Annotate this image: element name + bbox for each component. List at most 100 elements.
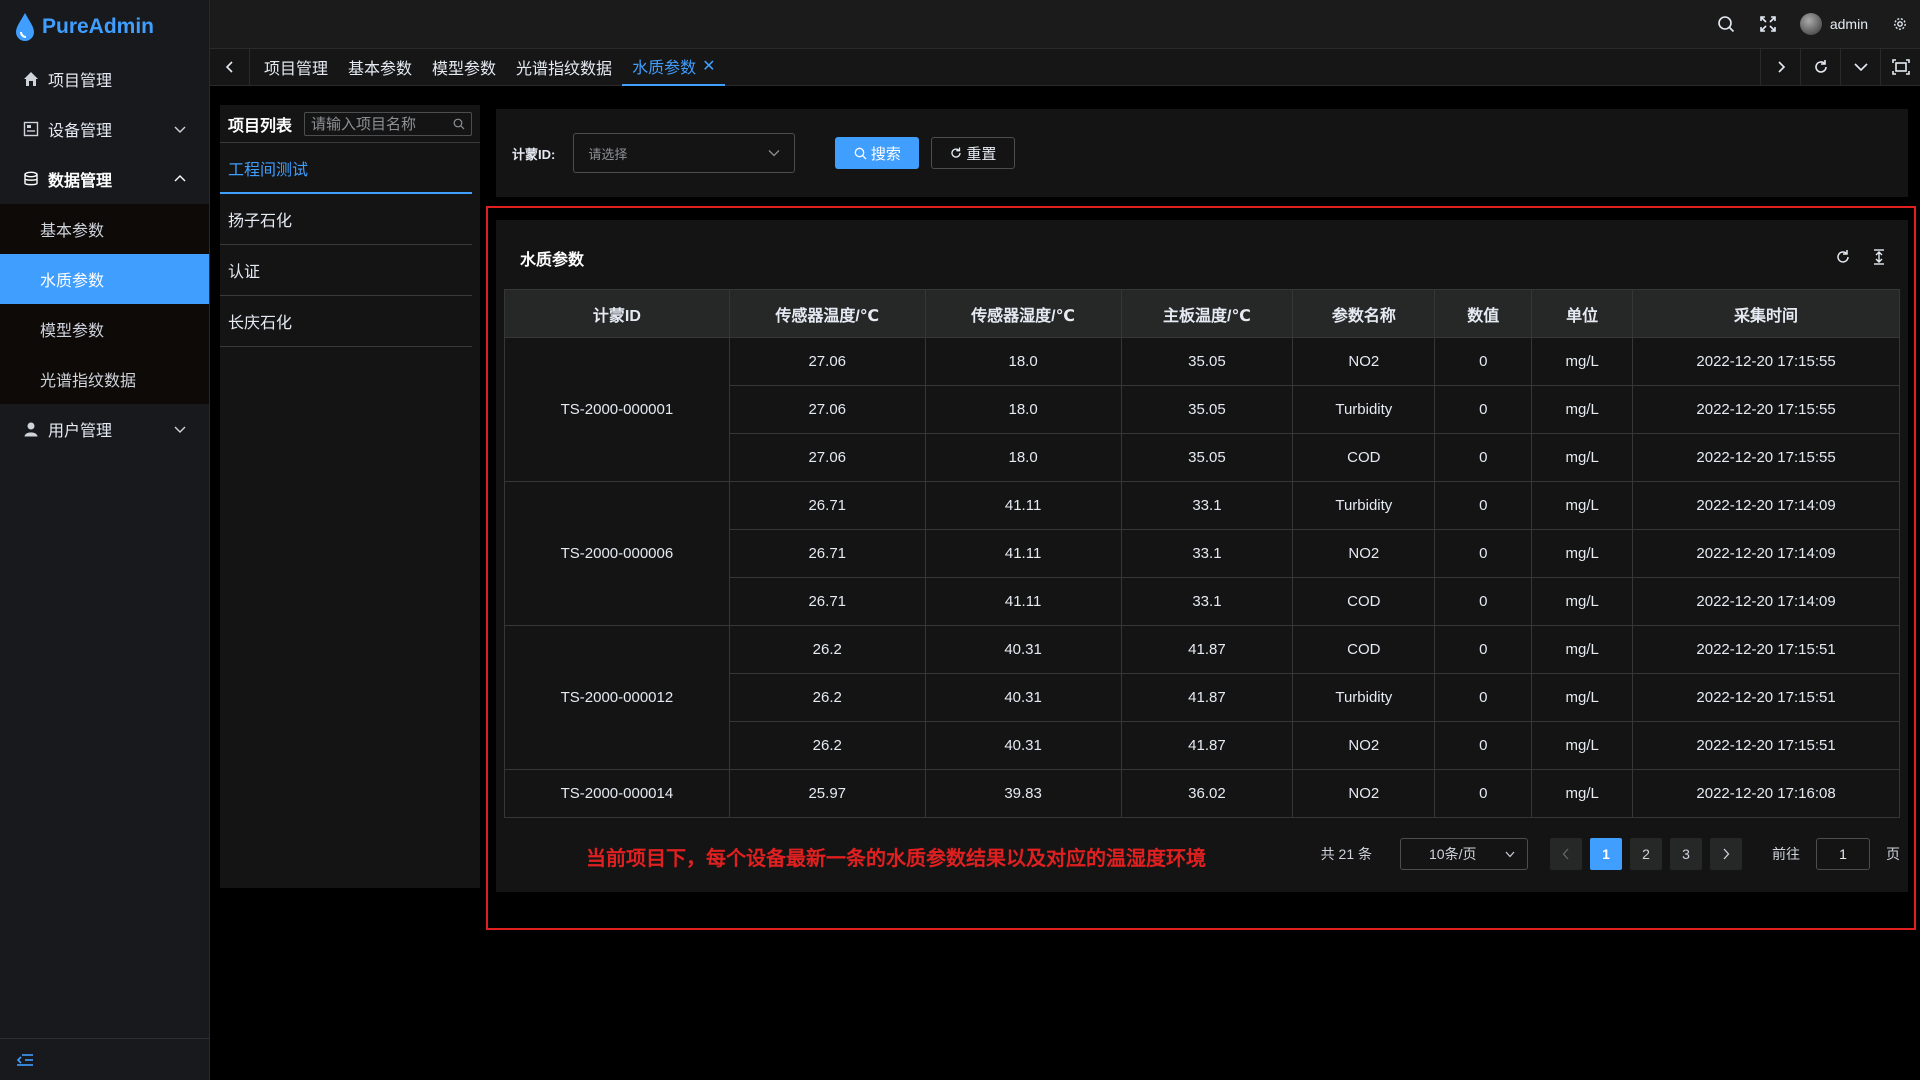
column-header[interactable]: 传感器温度/℃ [728,289,926,338]
user-menu[interactable]: admin [1799,13,1868,35]
device-id-placeholder: 请选择 [588,146,628,162]
table-cell: mg/L [1531,337,1634,386]
table-cell: Turbidity [1292,673,1436,722]
table-cell: 39.83 [924,769,1122,818]
table-cell: 41.11 [924,529,1122,578]
tab-basic-params[interactable]: 基本参数 [338,48,422,86]
tab-water-quality[interactable]: 水质参数 ✕ [622,48,726,86]
table-cell: 40.31 [924,625,1122,674]
logo[interactable]: PureAdmin [0,0,209,54]
table-cell: 41.11 [924,577,1122,626]
page-button[interactable]: 3 [1670,838,1702,870]
tags-menu-button[interactable] [1840,48,1880,86]
page-size-select[interactable]: 10条/页 [1400,838,1528,870]
table-cell: mg/L [1531,433,1634,482]
fullscreen-icon[interactable] [1758,14,1778,34]
density-icon[interactable] [1870,248,1888,266]
table-cell: NO2 [1292,337,1436,386]
table-row[interactable]: TS-2000-000014 25.97 39.83 36.02 NO2 0 m… [504,769,1900,818]
menu-fold-icon [16,1053,33,1066]
table-cell: COD [1292,625,1436,674]
chevron-up-icon [174,175,186,182]
table-cell: Turbidity [1292,385,1436,434]
table-cell: 0 [1434,385,1533,434]
table-cell: 36.02 [1120,769,1294,818]
column-header[interactable]: 参数名称 [1292,289,1436,338]
prev-page-button[interactable] [1550,838,1582,870]
close-icon[interactable]: ✕ [702,56,715,76]
device-id-select[interactable]: 请选择 [573,133,796,173]
gear-icon[interactable] [1890,14,1910,34]
tab-model-params[interactable]: 模型参数 [422,48,506,86]
sidebar-subitem-water-quality[interactable]: 水质参数 [0,254,209,304]
collapse-sidebar-button[interactable] [0,1038,210,1080]
search-icon [854,147,867,159]
tab-project[interactable]: 项目管理 [254,48,338,86]
refresh-icon[interactable] [1834,248,1852,266]
page-button[interactable]: 1 [1590,838,1622,870]
table-row[interactable]: TS-2000-000001 27.06 18.0 35.05 NO2 0 mg… [504,337,1900,482]
user-icon [22,420,40,438]
maximize-content-button[interactable] [1880,48,1920,86]
table-cell: mg/L [1531,481,1634,530]
chevron-down-icon [174,126,186,133]
tags-scroll-left[interactable] [210,48,250,86]
project-item[interactable]: 扬子石化 [220,194,472,245]
avatar [1799,13,1822,35]
tags-scroll-right[interactable] [1760,48,1800,86]
project-search-input[interactable]: 请输入项目名称 [304,111,472,136]
sidebar-item-project[interactable]: 项目管理 [0,54,209,104]
sidebar-item-data[interactable]: 数据管理 [0,154,209,204]
table-row[interactable]: TS-2000-000012 26.2 40.31 41.87 COD 0 mg… [504,625,1900,770]
column-header[interactable]: 传感器湿度/℃ [924,289,1122,338]
tab-spectral-data[interactable]: 光谱指纹数据 [506,48,622,86]
table-cell: mg/L [1531,577,1634,626]
table-cell: 2022-12-20 17:14:09 [1632,481,1900,530]
sidebar-item-user[interactable]: 用户管理 [0,404,209,454]
project-item[interactable]: 认证 [220,245,472,296]
table-cell: 35.05 [1120,337,1294,386]
table-cell: 0 [1434,433,1533,482]
project-list-title: 项目列表 [228,117,293,135]
project-item[interactable]: 长庆石化 [220,296,472,347]
next-page-button[interactable] [1710,838,1742,870]
maximize-icon [1891,59,1910,75]
sidebar-subitem-model-params[interactable]: 模型参数 [0,304,209,354]
sidebar-item-device[interactable]: 设备管理 [0,104,209,154]
search-button[interactable]: 搜索 [835,137,920,169]
sidebar-item-label: 设备管理 [48,123,113,140]
refresh-tab-button[interactable] [1800,48,1840,86]
search-icon[interactable] [1716,14,1736,34]
page-button[interactable]: 2 [1630,838,1662,870]
table-header-row: 计蒙ID 传感器温度/℃ 传感器湿度/℃ 主板温度/℃ 参数名称 数值 单位 采… [504,289,1900,338]
table-cell: 41.87 [1120,721,1294,770]
sidebar-subitem-spectral-data[interactable]: 光谱指纹数据 [0,354,209,404]
column-header[interactable]: 主板温度/℃ [1120,289,1294,338]
table-cell: 0 [1434,577,1533,626]
table-cell: COD [1292,433,1436,482]
chevron-down-icon [1505,851,1515,857]
annotation-note: 当前项目下，每个设备最新一条的水质参数结果以及对应的温湿度环境 [586,848,1206,870]
device-id-cell: TS-2000-000001 [504,337,730,482]
goto-page-input[interactable]: 1 [1816,838,1870,870]
reset-button[interactable]: 重置 [931,137,1016,169]
project-item[interactable]: 工程间测试 [220,143,472,194]
column-header[interactable]: 数值 [1434,289,1533,338]
chevron-left-icon [1562,848,1569,860]
sidebar-subitem-basic-params[interactable]: 基本参数 [0,204,209,254]
column-header[interactable]: 单位 [1531,289,1634,338]
project-list-panel: 项目列表 请输入项目名称 工程间测试 扬子石化 认证 长庆石化 [220,105,480,888]
column-header[interactable]: 计蒙ID [504,289,730,338]
table-row[interactable]: TS-2000-000006 26.71 41.11 33.1 Turbidit… [504,481,1900,626]
username: admin [1829,16,1868,32]
device-icon [22,120,40,138]
table-cell: mg/L [1531,673,1634,722]
table-cell: 25.97 [728,769,926,818]
table-cell: 40.31 [924,673,1122,722]
table-cell: 0 [1434,337,1533,386]
table-cell: mg/L [1531,529,1634,578]
home-icon [22,70,40,88]
column-header[interactable]: 采集时间 [1632,289,1900,338]
search-icon [453,118,465,129]
device-id-label: 计蒙ID: [512,146,556,162]
